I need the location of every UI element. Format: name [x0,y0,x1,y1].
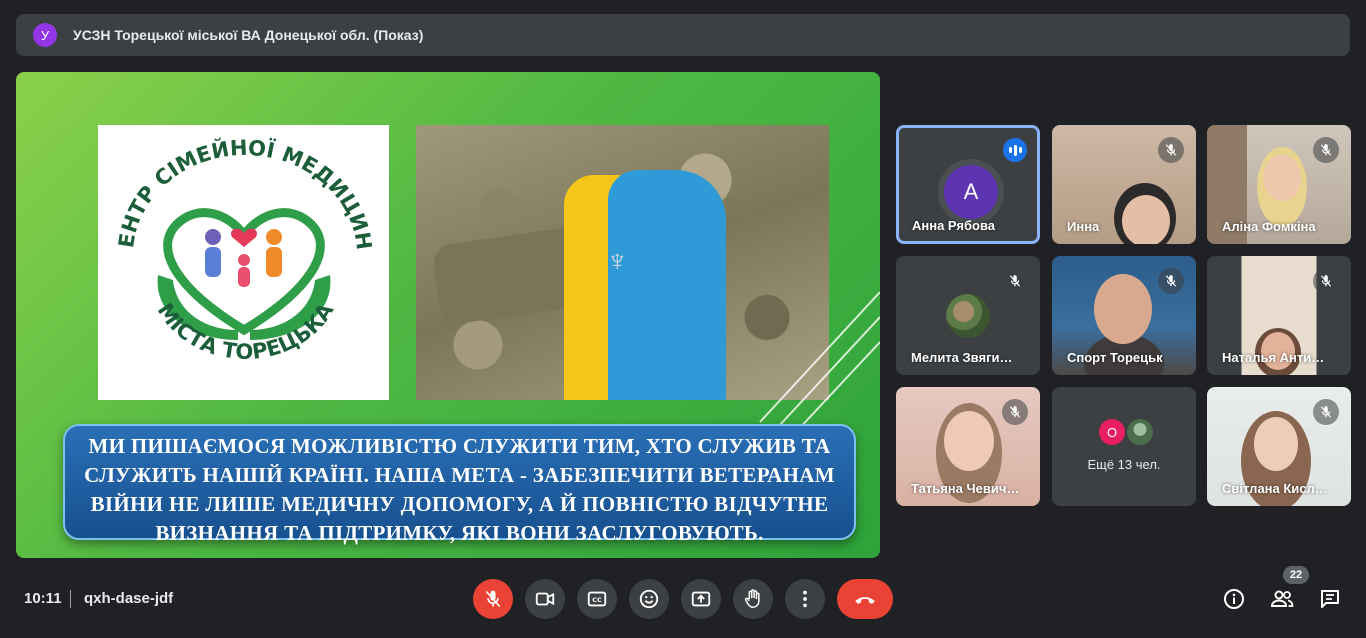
captions-button[interactable]: CC [577,579,617,619]
info-icon [1224,589,1244,609]
meeting-details-button[interactable] [1219,584,1249,614]
family-medicine-logo: ЦЕНТР СІМЕЙНОЇ МЕДИЦИНИ МІСТА ТОРЕЦЬКА [88,106,389,400]
chat-button[interactable] [1315,584,1345,614]
presenter-title: УСЗН Торецької міської ВА Донецької обл.… [73,27,424,43]
reactions-button[interactable] [629,579,669,619]
participant-name: Анна Рябова [912,218,996,233]
avatar: А [944,165,998,219]
presenter-bar[interactable]: У УСЗН Торецької міської ВА Донецької об… [16,14,1350,56]
chat-icon [1321,590,1339,608]
emoji-icon [639,589,659,609]
mic-off-icon [1313,399,1339,425]
decorative-lines [759,291,880,432]
microphone-toggle-button[interactable] [473,579,513,619]
participant-tile[interactable]: Мелита Звяги… [896,256,1040,375]
hand-icon [744,589,760,608]
participant-tile[interactable]: Аліна Фомкіна [1207,125,1351,244]
mic-off-icon [1313,137,1339,163]
participant-tile[interactable]: Инна [1052,125,1196,244]
trident-icon: ♆ [606,245,629,278]
participant-name: Наталья Анти… [1222,350,1325,365]
mic-off-icon [485,590,501,608]
raise-hand-button[interactable] [733,579,773,619]
slide-caption: МИ ПИШАЄМОСЯ МОЖЛИВІСТЮ СЛУЖИТИ ТИМ, ХТО… [63,424,856,545]
people-count-badge: 22 [1283,566,1309,584]
participant-name: Світлана Кисл… [1222,481,1328,496]
leave-call-button[interactable] [837,579,893,619]
svg-text:CC: CC [592,596,602,604]
participant-tile[interactable]: Світлана Кисл… [1207,387,1351,506]
camera-icon [535,592,555,606]
mic-off-icon [1002,268,1028,294]
speaking-indicator-icon [1003,138,1027,162]
participant-tile[interactable]: Наталья Анти… [1207,256,1351,375]
avatar [1127,419,1153,445]
mic-off-icon [1313,268,1339,294]
participant-name: Татьяна Чевич… [911,481,1020,496]
end-call-icon [855,597,875,604]
mic-off-icon [1158,137,1184,163]
more-vert-icon [803,590,807,608]
participant-tile[interactable]: Спорт Торецьк [1052,256,1196,375]
presenter-avatar: У [33,23,57,47]
present-screen-button[interactable] [681,579,721,619]
clock: 10:11 [24,590,62,607]
participant-tile[interactable]: Татьяна Чевич… [896,387,1040,506]
meeting-code: qxh-dase-jdf [84,590,174,607]
mic-off-icon [1002,399,1028,425]
camera-toggle-button[interactable] [525,579,565,619]
avatar [946,294,990,338]
more-options-button[interactable] [785,579,825,619]
more-participants-tile[interactable]: О Ещё 13 чел. [1052,387,1196,506]
participant-name: Спорт Торецьк [1067,350,1163,365]
present-icon [691,591,711,607]
people-icon [1270,590,1294,607]
participant-tile[interactable]: А Анна Рябова [896,125,1040,244]
participant-name: Аліна Фомкіна [1222,219,1316,234]
more-participants-label: Ещё 13 чел. [1087,457,1161,472]
mic-off-icon [1158,268,1184,294]
participant-name: Инна [1067,219,1100,234]
captions-icon: CC [587,591,607,607]
flag-blue-stripe [608,170,726,400]
divider [70,590,71,608]
avatar: О [1099,419,1125,445]
participant-name: Мелита Звяги… [911,350,1013,365]
shared-screen: ЦЕНТР СІМЕЙНОЇ МЕДИЦИНИ МІСТА ТОРЕЦЬКА ♆ [16,72,880,558]
people-button[interactable] [1267,584,1297,614]
